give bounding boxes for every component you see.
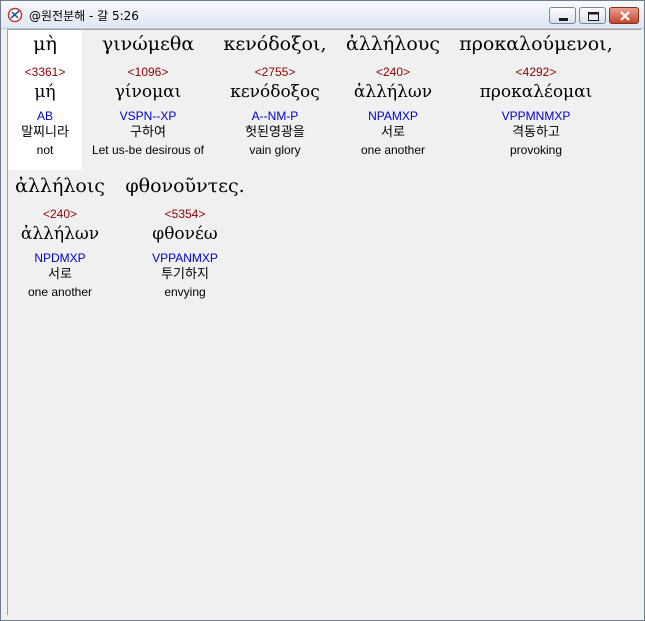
close-button[interactable] [609,7,639,24]
korean-gloss: 구하여 [130,125,166,140]
korean-gloss: 서로 [48,267,72,282]
close-icon [620,11,630,21]
strong-number: <2755> [254,65,296,79]
english-gloss: not [36,143,54,157]
strong-number: <1096> [127,65,169,79]
lemma: μή [34,82,56,102]
title-bar[interactable]: @원전분해 - 갈 5:26 [1,1,644,29]
korean-gloss: 서로 [381,125,405,140]
greek-word: προκαλούμενοι, [459,33,613,55]
english-gloss: Let us-be desirous of [91,143,205,157]
app-window: @원전분해 - 갈 5:26 μὴ <3361> μή AB 말찌니라 not … [0,0,645,621]
greek-word: κενόδοξοι, [223,33,327,55]
strong-number: <240> [42,207,78,221]
parsing-code: A--NM-P [251,109,299,123]
english-gloss: envying [164,285,206,299]
parsing-code: NPAMXP [368,109,418,123]
parsing-code: VPPANMXP [152,251,218,265]
lemma: φθονέω [152,224,218,244]
minimize-icon [559,18,568,21]
lemma: ἀλλήλων [20,224,100,244]
minimize-button[interactable] [549,7,576,24]
korean-gloss: 투기하지 [161,267,209,282]
word-block[interactable]: ἀλλήλους <240> ἀλλήλων NPAMXP 서로 one ano… [338,30,448,170]
maximize-icon [588,12,599,21]
strong-number: <240> [375,65,411,79]
lemma: γίνομαι [114,82,182,102]
interlinear-view: μὴ <3361> μή AB 말찌니라 not γινώμεθα <1096>… [7,29,641,615]
parsing-code: VPPMNMXP [501,109,571,123]
english-gloss: one another [360,143,426,157]
word-block[interactable]: προκαλούμενοι, <4292> προκαλέομαι VPPMNM… [450,30,622,170]
lemma: κενόδοξος [230,82,320,102]
word-block[interactable]: ἀλλήλοις <240> ἀλλήλων NPDMXP 서로 one ano… [8,172,112,312]
strong-number: <5354> [164,207,206,221]
english-gloss: vain glory [249,143,301,157]
word-block[interactable]: μὴ <3361> μή AB 말찌니라 not [8,30,82,170]
lemma: προκαλέομαι [479,82,593,102]
strong-number: <4292> [515,65,557,79]
maximize-button[interactable] [579,7,606,24]
word-block[interactable]: φθονοῦντες. <5354> φθονέω VPPANMXP 투기하지 … [116,172,254,312]
lemma: ἀλλήλων [353,82,433,102]
greek-word: γινώμεθα [101,33,195,55]
word-block[interactable]: γινώμεθα <1096> γίνομαι VSPN--XP 구하여 Let… [84,30,212,170]
parsing-code: VSPN--XP [119,109,177,123]
greek-word: μὴ [33,33,57,55]
app-logo-icon[interactable] [7,7,23,23]
greek-word: φθονοῦντες. [125,175,245,197]
window-title: @원전분해 - 갈 5:26 [29,9,139,23]
korean-gloss: 헛된영광을 [245,125,305,140]
strong-number: <3361> [24,65,66,79]
english-gloss: provoking [509,143,563,157]
english-gloss: one another [27,285,93,299]
korean-gloss: 격동하고 [512,125,560,140]
parsing-code: NPDMXP [34,251,86,265]
greek-word: ἀλλήλους [346,33,440,55]
greek-word: ἀλλήλοις [15,175,105,197]
parsing-code: AB [36,109,53,123]
word-block[interactable]: κενόδοξοι, <2755> κενόδοξος A--NM-P 헛된영광… [214,30,336,170]
korean-gloss: 말찌니라 [21,125,69,140]
